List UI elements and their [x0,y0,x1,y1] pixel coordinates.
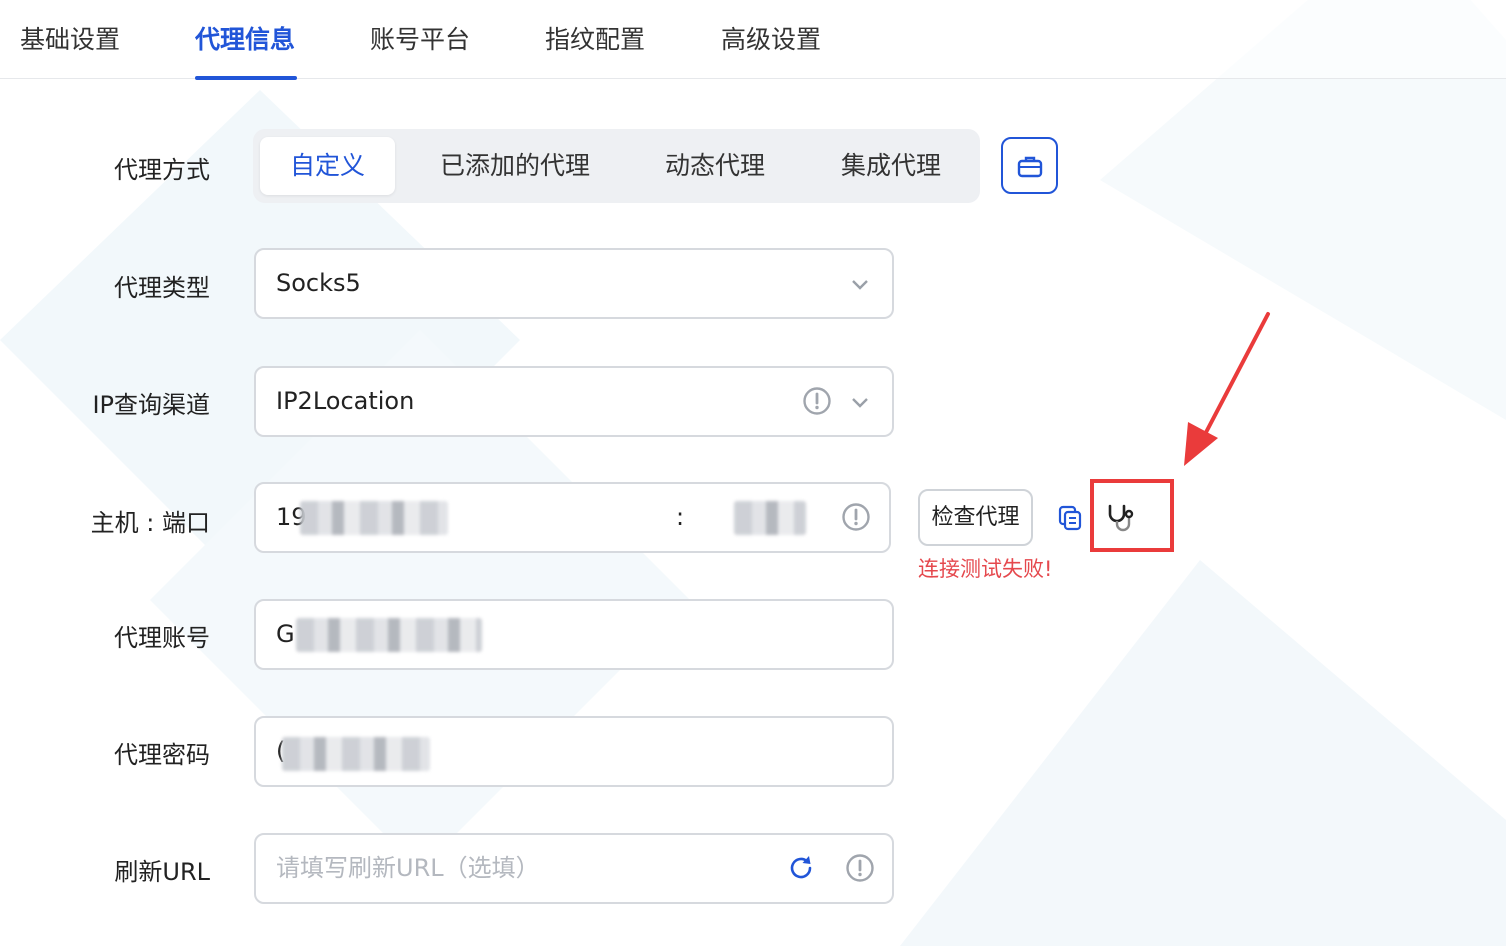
tab-fingerprint-config[interactable]: 指纹配置 [545,20,645,56]
proxy-password-input[interactable]: ( [254,716,894,787]
proxy-account-input[interactable]: G [254,599,894,670]
check-proxy-button[interactable]: 检查代理 [918,489,1033,546]
briefcase-icon [1017,156,1042,177]
redacted-host [300,501,448,535]
chevron-down-icon [852,398,868,408]
redacted-account [296,618,482,652]
ip-channel-label: IP查询渠道 [92,391,210,419]
tab-bar: 基础设置 代理信息 账号平台 指纹配置 高级设置 [0,0,1506,80]
proxy-mode-option-integrated[interactable]: 集成代理 [841,129,941,203]
tab-basic-settings[interactable]: 基础设置 [20,20,120,56]
refresh-icon[interactable] [787,854,815,882]
proxy-account-label: 代理账号 [114,624,210,652]
refresh-url-placeholder: 请填写刷新URL（选填） [276,854,540,882]
proxy-mode-segmented-control: 自定义 已添加的代理 动态代理 集成代理 [253,129,980,203]
refresh-url-input[interactable]: 请填写刷新URL（选填） [254,833,894,904]
proxy-mode-extra-button[interactable] [1001,137,1058,194]
copy-icon[interactable] [1057,505,1083,531]
info-icon[interactable] [845,853,875,883]
proxy-mode-option-custom[interactable]: 自定义 [260,137,395,195]
connection-error-message: 连接测试失败! [918,557,1053,581]
info-icon[interactable] [802,386,832,416]
proxy-mode-label: 代理方式 [114,156,210,184]
proxy-password-label: 代理密码 [114,741,210,769]
chevron-down-icon [852,280,868,290]
redacted-port[interactable] [734,501,806,535]
host-port-field[interactable]: 19 : [254,482,891,553]
annotation-arrow [1184,312,1270,466]
tab-proxy-info[interactable]: 代理信息 [195,20,295,56]
host-port-label: 主机 : 端口 [90,509,210,537]
highlight-box [1090,479,1174,552]
proxy-mode-option-dynamic[interactable]: 动态代理 [665,129,765,203]
proxy-account-value: G [276,620,295,648]
active-tab-indicator [195,76,297,80]
redacted-password [282,737,430,771]
tab-advanced-settings[interactable]: 高级设置 [721,20,821,56]
proxy-type-label: 代理类型 [114,274,210,302]
info-icon[interactable] [841,502,871,532]
ip-channel-value: IP2Location [276,387,415,415]
proxy-mode-option-added[interactable]: 已添加的代理 [440,129,590,203]
tab-account-platform[interactable]: 账号平台 [370,20,470,56]
ip-channel-select[interactable]: IP2Location [254,366,894,437]
refresh-url-label: 刷新URL [114,858,210,886]
proxy-type-value: Socks5 [276,269,361,297]
host-port-separator: : [676,503,685,531]
proxy-type-select[interactable]: Socks5 [254,248,894,319]
